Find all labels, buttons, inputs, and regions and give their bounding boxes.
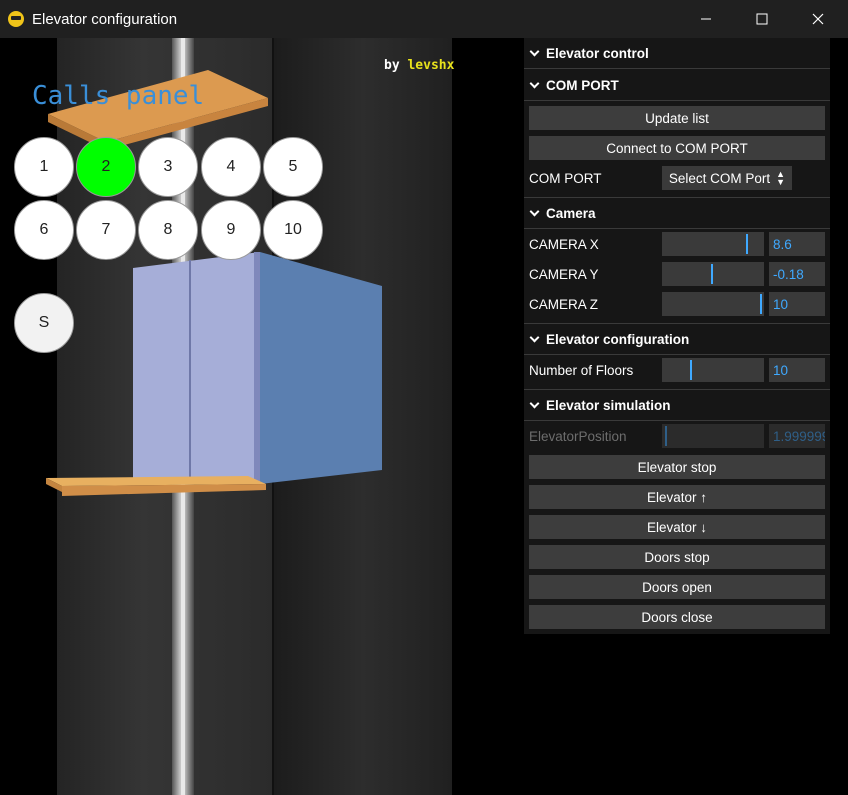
author-name: levshx xyxy=(407,58,455,73)
floors-input[interactable]: 10 xyxy=(769,358,825,382)
stop-call-button[interactable]: S xyxy=(14,293,74,353)
floors-label: Number of Floors xyxy=(529,363,634,378)
chevron-down-icon xyxy=(530,334,540,344)
com-port-select[interactable]: Select COM Port ▲ ▼ xyxy=(662,166,792,190)
doors-close-button[interactable]: Doors close xyxy=(529,605,825,629)
floors-slider[interactable] xyxy=(662,358,764,382)
chevron-down-icon xyxy=(530,48,540,58)
maximize-button[interactable] xyxy=(734,0,790,38)
chevron-down-icon xyxy=(530,80,540,90)
app-icon xyxy=(8,11,24,27)
chevron-down-icon xyxy=(530,208,540,218)
camera-y-label: CAMERA Y xyxy=(529,267,599,282)
com-port-select-value: Select COM Port xyxy=(668,170,771,186)
header-label: Elevator control xyxy=(546,45,649,61)
header-camera[interactable]: Camera xyxy=(524,197,830,229)
connect-com-port-button[interactable]: Connect to COM PORT xyxy=(529,136,825,160)
window-title: Elevator configuration xyxy=(32,10,178,28)
header-elevator-control[interactable]: Elevator control xyxy=(524,38,830,69)
camera-z-slider[interactable] xyxy=(662,292,764,316)
call-button-1[interactable]: 1 xyxy=(14,137,74,197)
update-list-button[interactable]: Update list xyxy=(529,106,825,130)
call-button-5[interactable]: 5 xyxy=(263,137,323,197)
doors-open-button[interactable]: Doors open xyxy=(529,575,825,599)
header-label: COM PORT xyxy=(546,77,619,93)
com-port-label: COM PORT xyxy=(529,171,602,186)
elevator-stop-button[interactable]: Elevator stop xyxy=(529,455,825,479)
author-credit: by levshx xyxy=(384,58,454,73)
by-label: by xyxy=(384,58,400,73)
slider-thumb[interactable] xyxy=(760,294,762,314)
minimize-icon xyxy=(701,18,711,20)
elevator-up-button[interactable]: Elevator ↑ xyxy=(529,485,825,509)
call-button-6[interactable]: 6 xyxy=(14,200,74,260)
call-button-9[interactable]: 9 xyxy=(201,200,261,260)
slider-thumb[interactable] xyxy=(711,264,713,284)
header-label: Elevator simulation xyxy=(546,397,671,413)
elevator-position-label: ElevatorPosition xyxy=(529,429,627,444)
minimize-button[interactable] xyxy=(678,0,734,38)
header-com-port[interactable]: COM PORT xyxy=(524,70,830,101)
calls-panel-title: Calls panel xyxy=(32,81,205,111)
slider-thumb[interactable] xyxy=(746,234,748,254)
slider-thumb[interactable] xyxy=(690,360,692,380)
call-button-2[interactable]: 2 xyxy=(76,137,136,197)
header-elevator-configuration[interactable]: Elevator configuration xyxy=(524,323,830,355)
elevator-position-slider xyxy=(662,424,764,448)
camera-z-label: CAMERA Z xyxy=(529,297,599,312)
header-label: Camera xyxy=(546,205,596,221)
header-elevator-simulation[interactable]: Elevator simulation xyxy=(524,389,830,421)
lower-floor-plate xyxy=(46,476,266,496)
camera-y-slider[interactable] xyxy=(662,262,764,286)
maximize-icon xyxy=(756,13,768,25)
elevator-control-panel: Elevator control COM PORT Update list Co… xyxy=(524,38,830,634)
call-button-7[interactable]: 7 xyxy=(76,200,136,260)
close-button[interactable] xyxy=(790,0,846,38)
call-button-4[interactable]: 4 xyxy=(201,137,261,197)
chevron-down-icon xyxy=(530,400,540,410)
camera-x-input[interactable]: 8.6 xyxy=(769,232,825,256)
updown-arrow-icon: ▲ ▼ xyxy=(776,169,786,187)
elevator-cabin xyxy=(133,252,382,484)
camera-x-slider[interactable] xyxy=(662,232,764,256)
camera-y-input[interactable]: -0.18 xyxy=(769,262,825,286)
call-button-8[interactable]: 8 xyxy=(138,200,198,260)
doors-stop-button[interactable]: Doors stop xyxy=(529,545,825,569)
slider-thumb xyxy=(665,426,667,446)
camera-x-label: CAMERA X xyxy=(529,237,599,252)
elevator-down-button[interactable]: Elevator ↓ xyxy=(529,515,825,539)
close-icon xyxy=(812,13,824,25)
header-label: Elevator configuration xyxy=(546,331,690,347)
camera-z-input[interactable]: 10 xyxy=(769,292,825,316)
title-bar: Elevator configuration xyxy=(0,0,848,38)
call-button-3[interactable]: 3 xyxy=(138,137,198,197)
elevator-position-input: 1.999999 xyxy=(769,424,825,448)
call-button-10[interactable]: 10 xyxy=(263,200,323,260)
